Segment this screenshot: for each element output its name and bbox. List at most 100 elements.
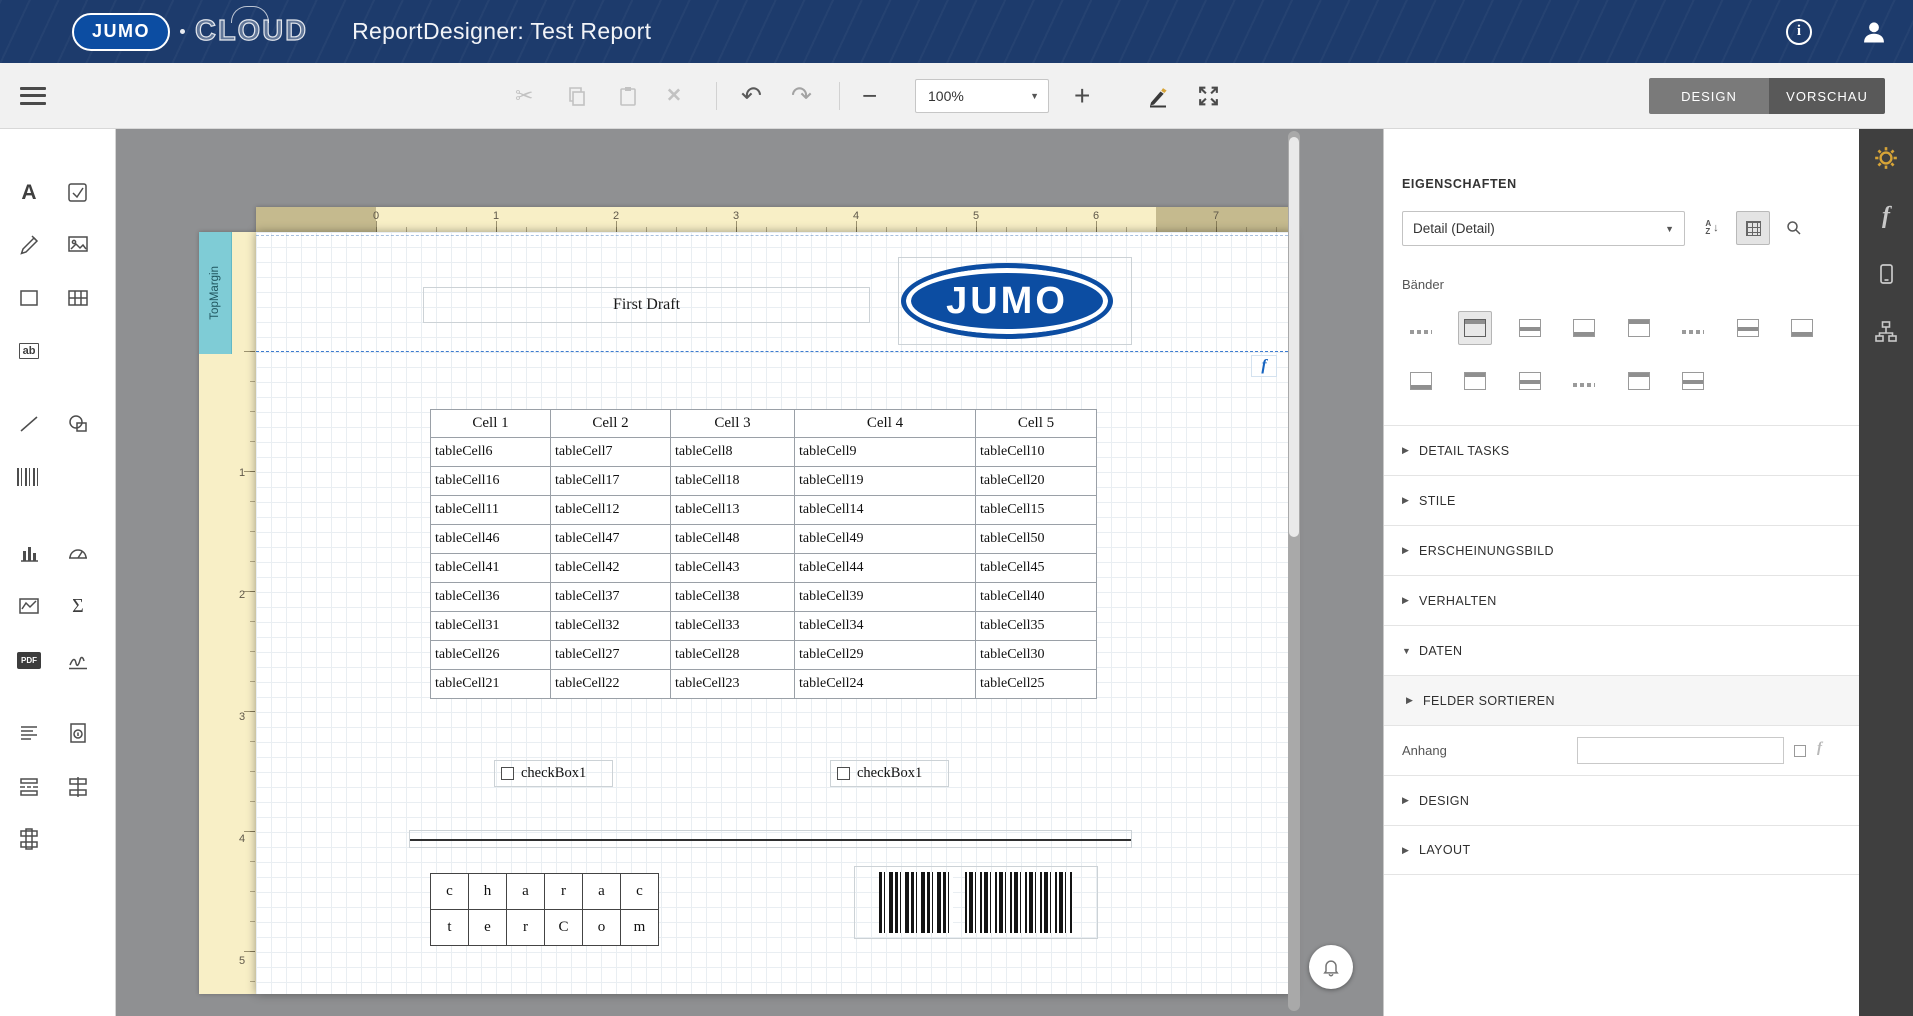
- anhang-checkbox[interactable]: [1794, 745, 1806, 757]
- section-design[interactable]: ▶ DESIGN: [1384, 775, 1860, 825]
- band-page-header[interactable]: [1513, 311, 1547, 345]
- comb-cell[interactable]: a: [506, 873, 545, 910]
- table-header-cell[interactable]: Cell 2: [550, 409, 671, 438]
- barcode-tool[interactable]: [14, 462, 44, 492]
- table-cell[interactable]: tableCell40: [975, 582, 1097, 612]
- table-cell[interactable]: tableCell15: [975, 495, 1097, 525]
- band-report-footer[interactable]: [1785, 311, 1819, 345]
- table-cell[interactable]: tableCell37: [550, 582, 671, 612]
- table-cell[interactable]: tableCell24: [794, 669, 976, 699]
- section-layout[interactable]: ▶ LAYOUT: [1384, 825, 1860, 875]
- table-cell[interactable]: tableCell49: [794, 524, 976, 554]
- table-cell[interactable]: tableCell13: [670, 495, 795, 525]
- notifications-button[interactable]: [1309, 945, 1353, 989]
- table-cell[interactable]: tableCell8: [670, 437, 795, 467]
- comb-cell[interactable]: e: [468, 909, 507, 946]
- line-tool[interactable]: [14, 409, 44, 439]
- table-cell[interactable]: tableCell31: [430, 611, 551, 641]
- pdf-content-tool[interactable]: PDF: [14, 645, 44, 675]
- table-cell[interactable]: tableCell9: [794, 437, 976, 467]
- barcode-element[interactable]: [854, 866, 1098, 939]
- table-cell[interactable]: tableCell23: [670, 669, 795, 699]
- table-cell[interactable]: tableCell25: [975, 669, 1097, 699]
- table-cell[interactable]: tableCell22: [550, 669, 671, 699]
- table-cell[interactable]: tableCell10: [975, 437, 1097, 467]
- search-properties-button[interactable]: [1777, 211, 1811, 245]
- band-vertical-header[interactable]: [1567, 364, 1601, 398]
- table-cell[interactable]: tableCell35: [975, 611, 1097, 641]
- table-cell[interactable]: tableCell43: [670, 553, 795, 583]
- table-cell[interactable]: tableCell28: [670, 640, 795, 670]
- richtext-tool[interactable]: [14, 229, 44, 259]
- table-tool[interactable]: [63, 283, 93, 313]
- table-element[interactable]: Cell 1 Cell 2 Cell 3 Cell 4 Cell 5 table…: [430, 409, 1097, 699]
- menu-button[interactable]: [20, 86, 46, 105]
- table-cell[interactable]: tableCell11: [430, 495, 551, 525]
- label-tool[interactable]: A: [14, 178, 44, 208]
- tab-design[interactable]: DESIGN: [1649, 78, 1769, 114]
- band-detail[interactable]: [1622, 311, 1656, 345]
- settings-tab[interactable]: [1859, 129, 1913, 187]
- sparkline-tool[interactable]: [14, 591, 44, 621]
- character-comb-element[interactable]: c h a r a c t e r C o m: [430, 873, 659, 946]
- table-cell[interactable]: tableCell6: [430, 437, 551, 467]
- comb-cell[interactable]: r: [544, 873, 583, 910]
- zoom-in-button[interactable]: +: [1074, 80, 1090, 112]
- table-cell[interactable]: tableCell12: [550, 495, 671, 525]
- table-cell[interactable]: tableCell20: [975, 466, 1097, 496]
- band-vertical-total[interactable]: [1676, 364, 1710, 398]
- table-cell[interactable]: tableCell50: [975, 524, 1097, 554]
- fullscreen-button[interactable]: [1196, 83, 1221, 108]
- table-header-cell[interactable]: Cell 1: [430, 409, 551, 438]
- table-header-cell[interactable]: Cell 4: [794, 409, 976, 438]
- section-erscheinungsbild[interactable]: ▶ ERSCHEINUNGSBILD: [1384, 525, 1860, 575]
- table-cell[interactable]: tableCell39: [794, 582, 976, 612]
- picture-tool[interactable]: [63, 229, 93, 259]
- delete-icon[interactable]: ✕: [666, 84, 682, 107]
- shape-tool[interactable]: [63, 409, 93, 439]
- table-cell[interactable]: tableCell30: [975, 640, 1097, 670]
- band-page-footer[interactable]: [1731, 311, 1765, 345]
- table-cell[interactable]: tableCell21: [430, 669, 551, 699]
- section-detail-tasks[interactable]: ▶ DETAIL TASKS: [1384, 425, 1860, 475]
- page-info-tool[interactable]: [63, 718, 93, 748]
- comb-cell[interactable]: h: [468, 873, 507, 910]
- redo-icon[interactable]: ↷: [791, 81, 812, 111]
- band-top-margin[interactable]: [1404, 311, 1438, 345]
- sort-properties-button[interactable]: AZ ↓: [1695, 211, 1729, 245]
- band-report-header[interactable]: [1458, 311, 1492, 345]
- undo-icon[interactable]: ↶: [741, 81, 762, 111]
- zoom-select[interactable]: 100% ▼: [915, 78, 1049, 113]
- comb-cell[interactable]: m: [620, 909, 659, 946]
- table-header-cell[interactable]: Cell 5: [975, 409, 1097, 438]
- expression-fx-badge[interactable]: f: [1251, 355, 1277, 377]
- table-cell[interactable]: tableCell17: [550, 466, 671, 496]
- page-break-tool[interactable]: [14, 772, 44, 802]
- band-detail-report[interactable]: [1458, 364, 1492, 398]
- band-vertical-detail[interactable]: [1622, 364, 1656, 398]
- checkbox-element[interactable]: checkBox1: [494, 760, 613, 787]
- panel-tool[interactable]: [14, 283, 44, 313]
- label-element-first-draft[interactable]: First Draft: [423, 287, 870, 323]
- comb-cell[interactable]: c: [620, 873, 659, 910]
- table-cell[interactable]: tableCell27: [550, 640, 671, 670]
- category-view-button[interactable]: [1736, 211, 1770, 245]
- canvas-scrollbar-thumb[interactable]: [1289, 137, 1299, 537]
- line-element[interactable]: [409, 830, 1132, 848]
- table-cell[interactable]: tableCell18: [670, 466, 795, 496]
- table-of-contents-tool[interactable]: [14, 718, 44, 748]
- cut-icon[interactable]: ✂: [515, 83, 533, 109]
- band-group-header[interactable]: [1567, 311, 1601, 345]
- table-cell[interactable]: tableCell32: [550, 611, 671, 641]
- table-cell[interactable]: tableCell42: [550, 553, 671, 583]
- table-cell[interactable]: tableCell44: [794, 553, 976, 583]
- band-sub-band[interactable]: [1513, 364, 1547, 398]
- band-bottom-margin[interactable]: [1404, 364, 1438, 398]
- table-cell[interactable]: tableCell45: [975, 553, 1097, 583]
- table-cell[interactable]: tableCell41: [430, 553, 551, 583]
- character-comb-tool[interactable]: ab: [14, 336, 44, 366]
- info-button[interactable]: i: [1786, 18, 1812, 45]
- table-cell[interactable]: tableCell29: [794, 640, 976, 670]
- table-header-cell[interactable]: Cell 3: [670, 409, 795, 438]
- comb-cell[interactable]: r: [506, 909, 545, 946]
